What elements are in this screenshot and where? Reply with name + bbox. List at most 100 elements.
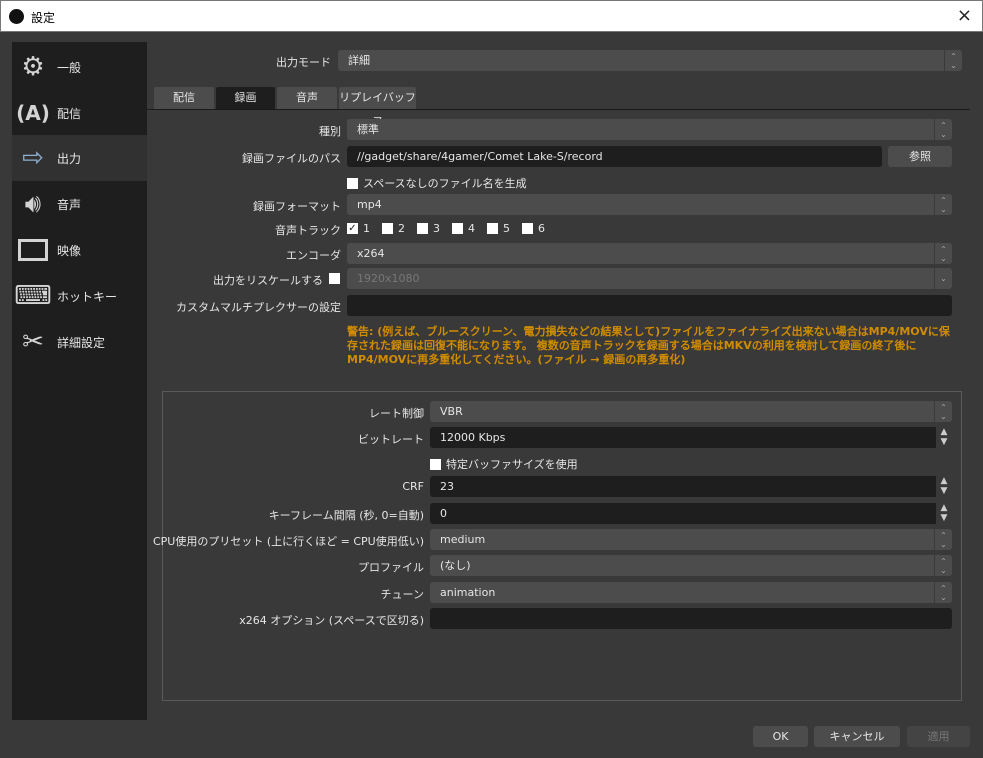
browse-button[interactable]: 参照 [888, 146, 952, 167]
output-mode-label: 出力モード [276, 56, 331, 69]
keyint-input[interactable]: 0 ▲ ▼ [430, 503, 952, 524]
tools-icon: ✂ [22, 327, 44, 357]
buffer-size-checkbox[interactable]: 特定バッファサイズを使用 [430, 456, 578, 472]
buffer-size-label: 特定バッファサイズを使用 [446, 458, 578, 471]
updown-icon: ⌃ ⌄ [934, 119, 952, 140]
checkbox-box [522, 223, 533, 234]
ok-button[interactable]: OK [753, 726, 808, 747]
sidebar-item-audio[interactable]: 🔊︎ 音声 [12, 181, 147, 227]
nospace-checkbox[interactable]: スペースなしのファイル名を生成 [347, 175, 527, 191]
rate-control-select[interactable]: VBR ⌃ ⌄ [430, 401, 952, 422]
encoder-value: x264 [357, 247, 385, 260]
checkbox-box [487, 223, 498, 234]
output-icon: ⇨ [22, 143, 44, 173]
sidebar-item-advanced[interactable]: ✂ 詳細設定 [12, 319, 147, 365]
sidebar: ⚙ 一般 (A) 配信 ⇨ 出力 🔊︎ 音声 映像 ⌨ ホットキー ✂ 詳細設定 [12, 42, 147, 720]
tab-streaming[interactable]: 配信 [154, 87, 214, 109]
muxer-input[interactable] [347, 295, 952, 316]
keyint-label: キーフレーム間隔 (秒, 0=自動) [268, 509, 424, 522]
checkbox-box [452, 223, 463, 234]
encoder-label: エンコーダ [286, 249, 341, 262]
track-label: 6 [538, 222, 545, 235]
path-input[interactable]: //gadget/share/4gamer/Comet Lake-S/recor… [347, 146, 882, 167]
cancel-button[interactable]: キャンセル [814, 726, 900, 747]
x264-options-input[interactable] [430, 608, 952, 629]
keyint-value: 0 [440, 507, 447, 520]
sidebar-item-video[interactable]: 映像 [12, 227, 147, 273]
track-label: 2 [398, 222, 405, 235]
tab-recording[interactable]: 録画 [216, 87, 275, 109]
monitor-icon [15, 232, 51, 268]
track-3-checkbox[interactable]: 3 [417, 222, 440, 235]
tab-divider [147, 109, 970, 110]
profile-value: (なし) [440, 559, 471, 572]
spin-arrows-icon[interactable]: ▲ ▼ [936, 427, 952, 448]
tune-select[interactable]: animation ⌃ ⌄ [430, 582, 952, 603]
keyboard-icon: ⌨ [14, 281, 52, 311]
sidebar-item-label: 映像 [57, 243, 82, 258]
track-6-checkbox[interactable]: 6 [522, 222, 545, 235]
close-icon[interactable]: × [957, 5, 972, 26]
sidebar-item-stream[interactable]: (A) 配信 [12, 90, 147, 136]
crf-label: CRF [402, 480, 424, 493]
rescale-select: 1920x1080 ⌄ [347, 268, 952, 289]
tab-replay-buffer[interactable]: リプレイバッファ [339, 87, 416, 126]
rescale-label: 出力をリスケールする [213, 274, 323, 287]
format-select[interactable]: mp4 ⌃ ⌄ [347, 194, 952, 215]
preset-label: CPU使用のプリセット (上に行くほど = CPU使用低い) [152, 535, 424, 548]
sidebar-item-label: 出力 [57, 151, 82, 166]
apply-button[interactable]: 適用 [907, 726, 970, 747]
updown-icon: ⌃ ⌄ [934, 401, 952, 422]
type-select[interactable]: 標準 ⌃ ⌄ [347, 119, 952, 140]
sidebar-item-output[interactable]: ⇨ 出力 [12, 135, 147, 181]
updown-icon: ⌃ ⌄ [944, 50, 962, 71]
checkbox-box[interactable] [347, 177, 358, 189]
checkbox-box [382, 223, 393, 234]
sidebar-item-label: ホットキー [57, 289, 118, 304]
checkbox-box[interactable] [430, 458, 441, 470]
window-title: 設定 [31, 11, 56, 25]
rate-control-label: レート制御 [369, 407, 424, 420]
track-label: 3 [433, 222, 440, 235]
preset-value: medium [440, 533, 486, 546]
sidebar-item-hotkeys[interactable]: ⌨ ホットキー [12, 273, 147, 319]
checkbox-box [417, 223, 428, 234]
track-2-checkbox[interactable]: 2 [382, 222, 405, 235]
profile-select[interactable]: (なし) ⌃ ⌄ [430, 555, 952, 576]
bitrate-input[interactable]: 12000 Kbps ▲ ▼ [430, 427, 952, 448]
tab-audio[interactable]: 音声 [277, 87, 337, 109]
type-label: 種別 [319, 125, 341, 138]
obs-logo-icon [9, 9, 24, 24]
tracks-label: 音声トラック [275, 224, 341, 237]
encoder-select[interactable]: x264 ⌃ ⌄ [347, 243, 952, 264]
spin-arrows-icon[interactable]: ▲ ▼ [936, 476, 952, 497]
crf-input[interactable]: 23 ▲ ▼ [430, 476, 952, 497]
tune-value: animation [440, 586, 496, 599]
profile-label: プロファイル [358, 561, 424, 574]
spin-arrows-icon[interactable]: ▲ ▼ [936, 503, 952, 524]
bitrate-label: ビットレート [358, 433, 424, 446]
track-label: 4 [468, 222, 475, 235]
sidebar-item-general[interactable]: ⚙ 一般 [12, 44, 147, 90]
chevron-down-icon: ⌄ [934, 268, 952, 289]
sidebar-item-label: 配信 [57, 106, 82, 121]
speaker-icon: 🔊︎ [24, 188, 42, 219]
title-bar: 設定 × [0, 0, 983, 32]
preset-select[interactable]: medium ⌃ ⌄ [430, 529, 952, 550]
crf-value: 23 [440, 480, 454, 493]
track-1-checkbox[interactable]: ✓ 1 [347, 222, 370, 235]
type-value: 標準 [357, 123, 379, 136]
muxer-label: カスタムマルチプレクサーの設定 [176, 301, 341, 314]
track-4-checkbox[interactable]: 4 [452, 222, 475, 235]
updown-icon: ⌃ ⌄ [934, 582, 952, 603]
broadcast-icon: (A) [16, 101, 50, 125]
sidebar-item-label: 詳細設定 [57, 335, 106, 350]
rescale-checkbox[interactable] [329, 273, 340, 284]
sidebar-item-label: 一般 [57, 60, 82, 75]
tune-label: チューン [380, 588, 424, 601]
updown-icon: ⌃ ⌄ [934, 243, 952, 264]
rate-control-value: VBR [440, 405, 463, 418]
bitrate-value: 12000 Kbps [440, 431, 506, 444]
track-5-checkbox[interactable]: 5 [487, 222, 510, 235]
output-mode-select[interactable]: 詳細 ⌃ ⌄ [338, 50, 962, 71]
